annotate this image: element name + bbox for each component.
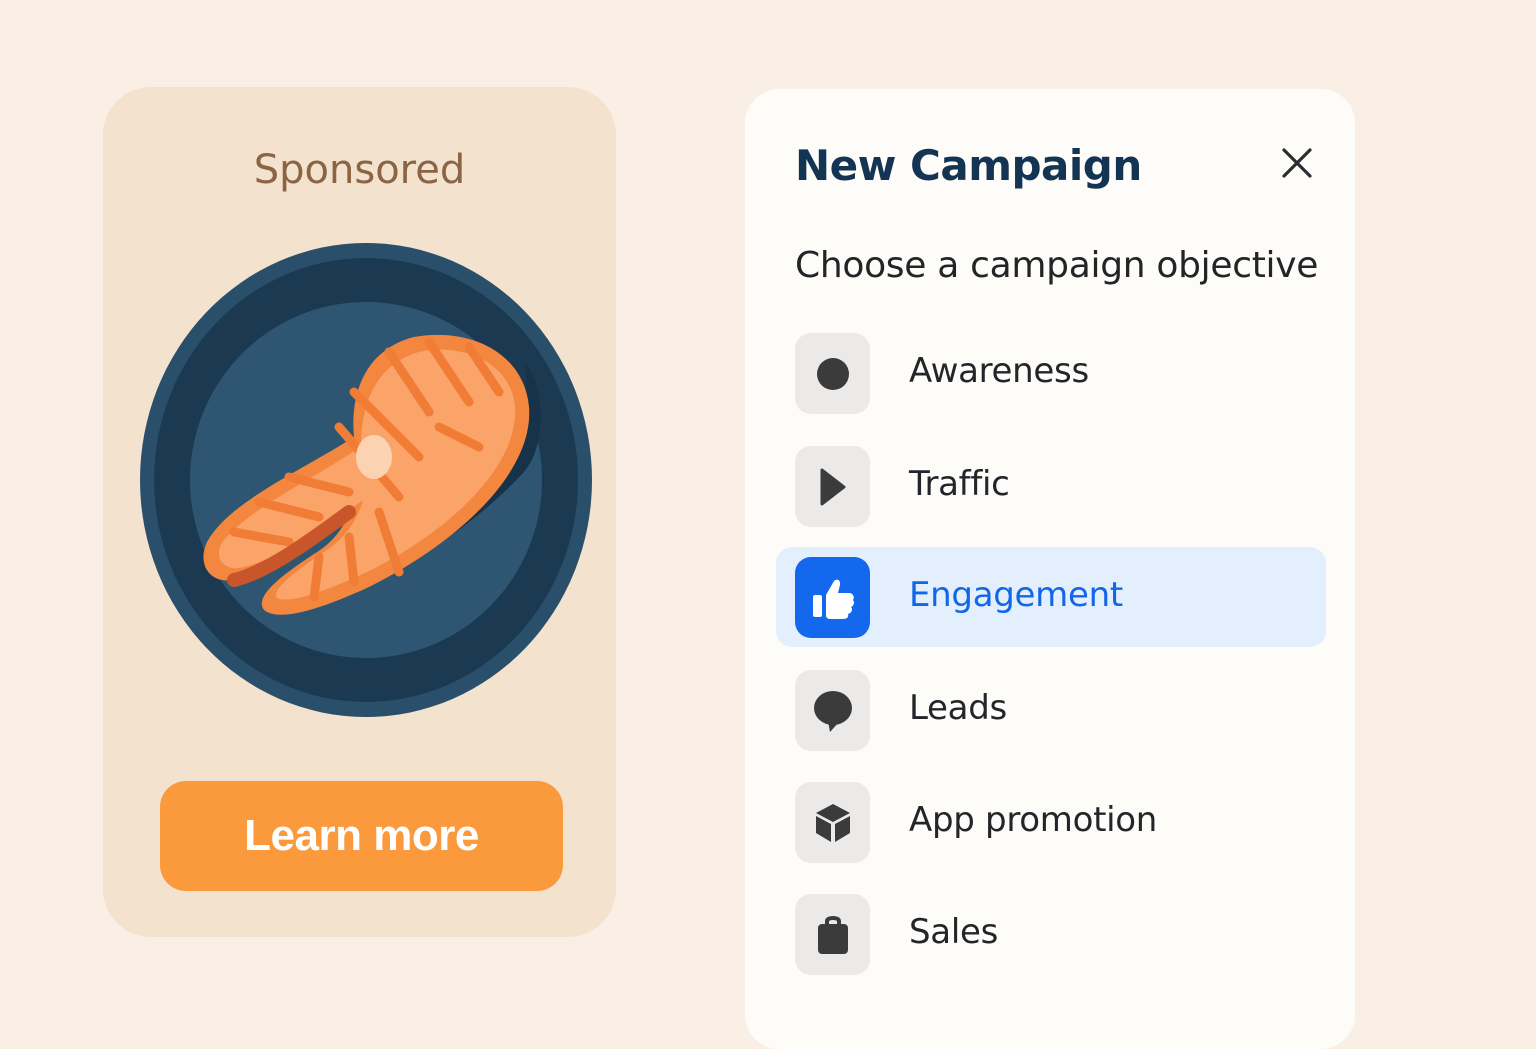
- sponsored-ad-card: Sponsored Learn more: [103, 87, 616, 937]
- objective-label: Engagement: [909, 575, 1123, 615]
- objective-label: App promotion: [909, 800, 1157, 840]
- objective-option-leads[interactable]: Leads: [776, 660, 1326, 760]
- panel-title: New Campaign: [795, 141, 1142, 190]
- objective-label: Traffic: [909, 464, 1010, 504]
- speech-bubble-icon: [813, 690, 852, 732]
- salmon-plate-image: [140, 243, 592, 717]
- objective-option-app-promotion[interactable]: App promotion: [776, 772, 1326, 872]
- close-button[interactable]: [1275, 141, 1319, 185]
- objective-option-traffic[interactable]: Traffic: [776, 436, 1326, 536]
- play-icon: [820, 468, 845, 505]
- thumbs-up-icon: [812, 579, 854, 619]
- shopping-bag-icon: [817, 915, 848, 954]
- circle-icon: [816, 357, 849, 390]
- objective-label: Awareness: [909, 351, 1089, 391]
- objective-label: Leads: [909, 688, 1007, 728]
- objective-option-sales[interactable]: Sales: [776, 884, 1326, 984]
- new-campaign-panel: New Campaign Choose a campaign objective…: [745, 89, 1355, 1049]
- objective-option-engagement[interactable]: Engagement: [776, 547, 1326, 647]
- cube-icon: [815, 803, 850, 842]
- close-icon: [1282, 148, 1312, 178]
- learn-more-button[interactable]: Learn more: [160, 781, 563, 891]
- objective-option-awareness[interactable]: Awareness: [776, 323, 1326, 423]
- objective-heading: Choose a campaign objective: [795, 245, 1319, 286]
- objective-label: Sales: [909, 912, 998, 952]
- sponsored-label: Sponsored: [253, 147, 466, 193]
